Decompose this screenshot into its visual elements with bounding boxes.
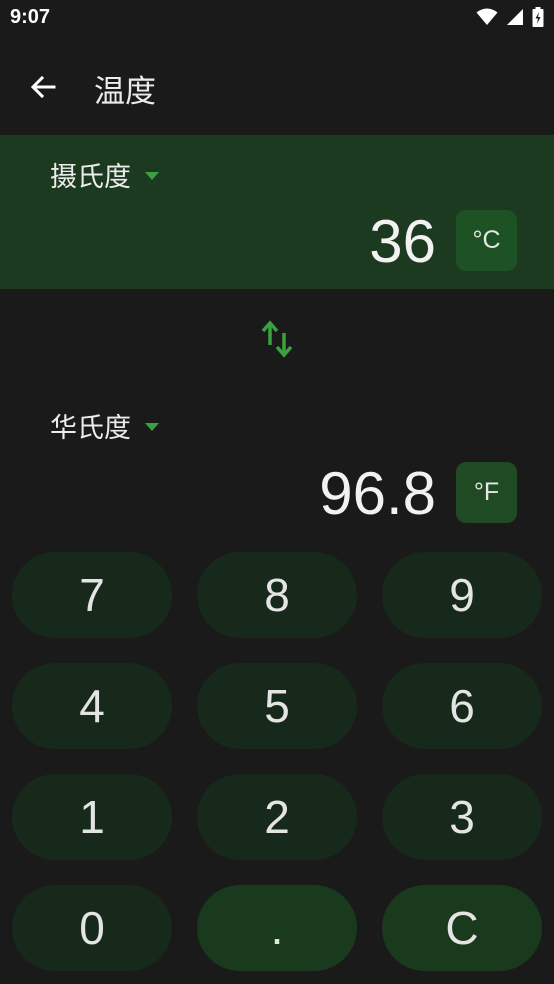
key-7[interactable]: 7 <box>12 552 172 638</box>
key-0[interactable]: 0 <box>12 885 172 971</box>
temperature-converter-screen: 9:07 温度 摄氏度 36 °C 华氏度 96.8 °F 7 8 9 4 5 … <box>0 0 554 984</box>
status-bar: 9:07 <box>0 0 554 38</box>
to-unit-label: 华氏度 <box>50 413 131 444</box>
key-2[interactable]: 2 <box>197 774 357 860</box>
chevron-down-icon <box>145 422 159 431</box>
key-6[interactable]: 6 <box>382 663 542 749</box>
to-unit-dropdown[interactable]: 华氏度 <box>50 406 159 445</box>
status-time: 9:07 <box>10 6 51 28</box>
key-8[interactable]: 8 <box>197 552 357 638</box>
battery-icon <box>532 7 544 27</box>
from-unit-dropdown[interactable]: 摄氏度 <box>50 155 159 194</box>
from-unit-label: 摄氏度 <box>50 162 131 193</box>
chevron-down-icon <box>145 171 159 180</box>
from-unit-badge[interactable]: °C <box>456 210 517 271</box>
swap-vertical-icon <box>261 320 293 358</box>
key-5[interactable]: 5 <box>197 663 357 749</box>
key-1[interactable]: 1 <box>12 774 172 860</box>
key-3[interactable]: 3 <box>382 774 542 860</box>
wifi-icon <box>476 8 498 25</box>
key-9[interactable]: 9 <box>382 552 542 638</box>
key-decimal[interactable]: . <box>197 885 357 971</box>
key-4[interactable]: 4 <box>12 663 172 749</box>
swap-button[interactable] <box>257 316 297 362</box>
status-icons <box>476 7 544 27</box>
from-value: 36 <box>369 208 436 275</box>
signal-icon <box>507 9 523 25</box>
key-clear[interactable]: C <box>382 885 542 971</box>
to-value: 96.8 <box>319 460 436 527</box>
app-bar: 温度 <box>0 38 554 135</box>
page-title: 温度 <box>94 74 156 110</box>
arrow-left-icon <box>30 75 56 99</box>
to-unit-badge[interactable]: °F <box>456 462 517 523</box>
from-panel[interactable]: 摄氏度 36 °C <box>0 135 554 289</box>
back-button[interactable] <box>20 66 66 108</box>
